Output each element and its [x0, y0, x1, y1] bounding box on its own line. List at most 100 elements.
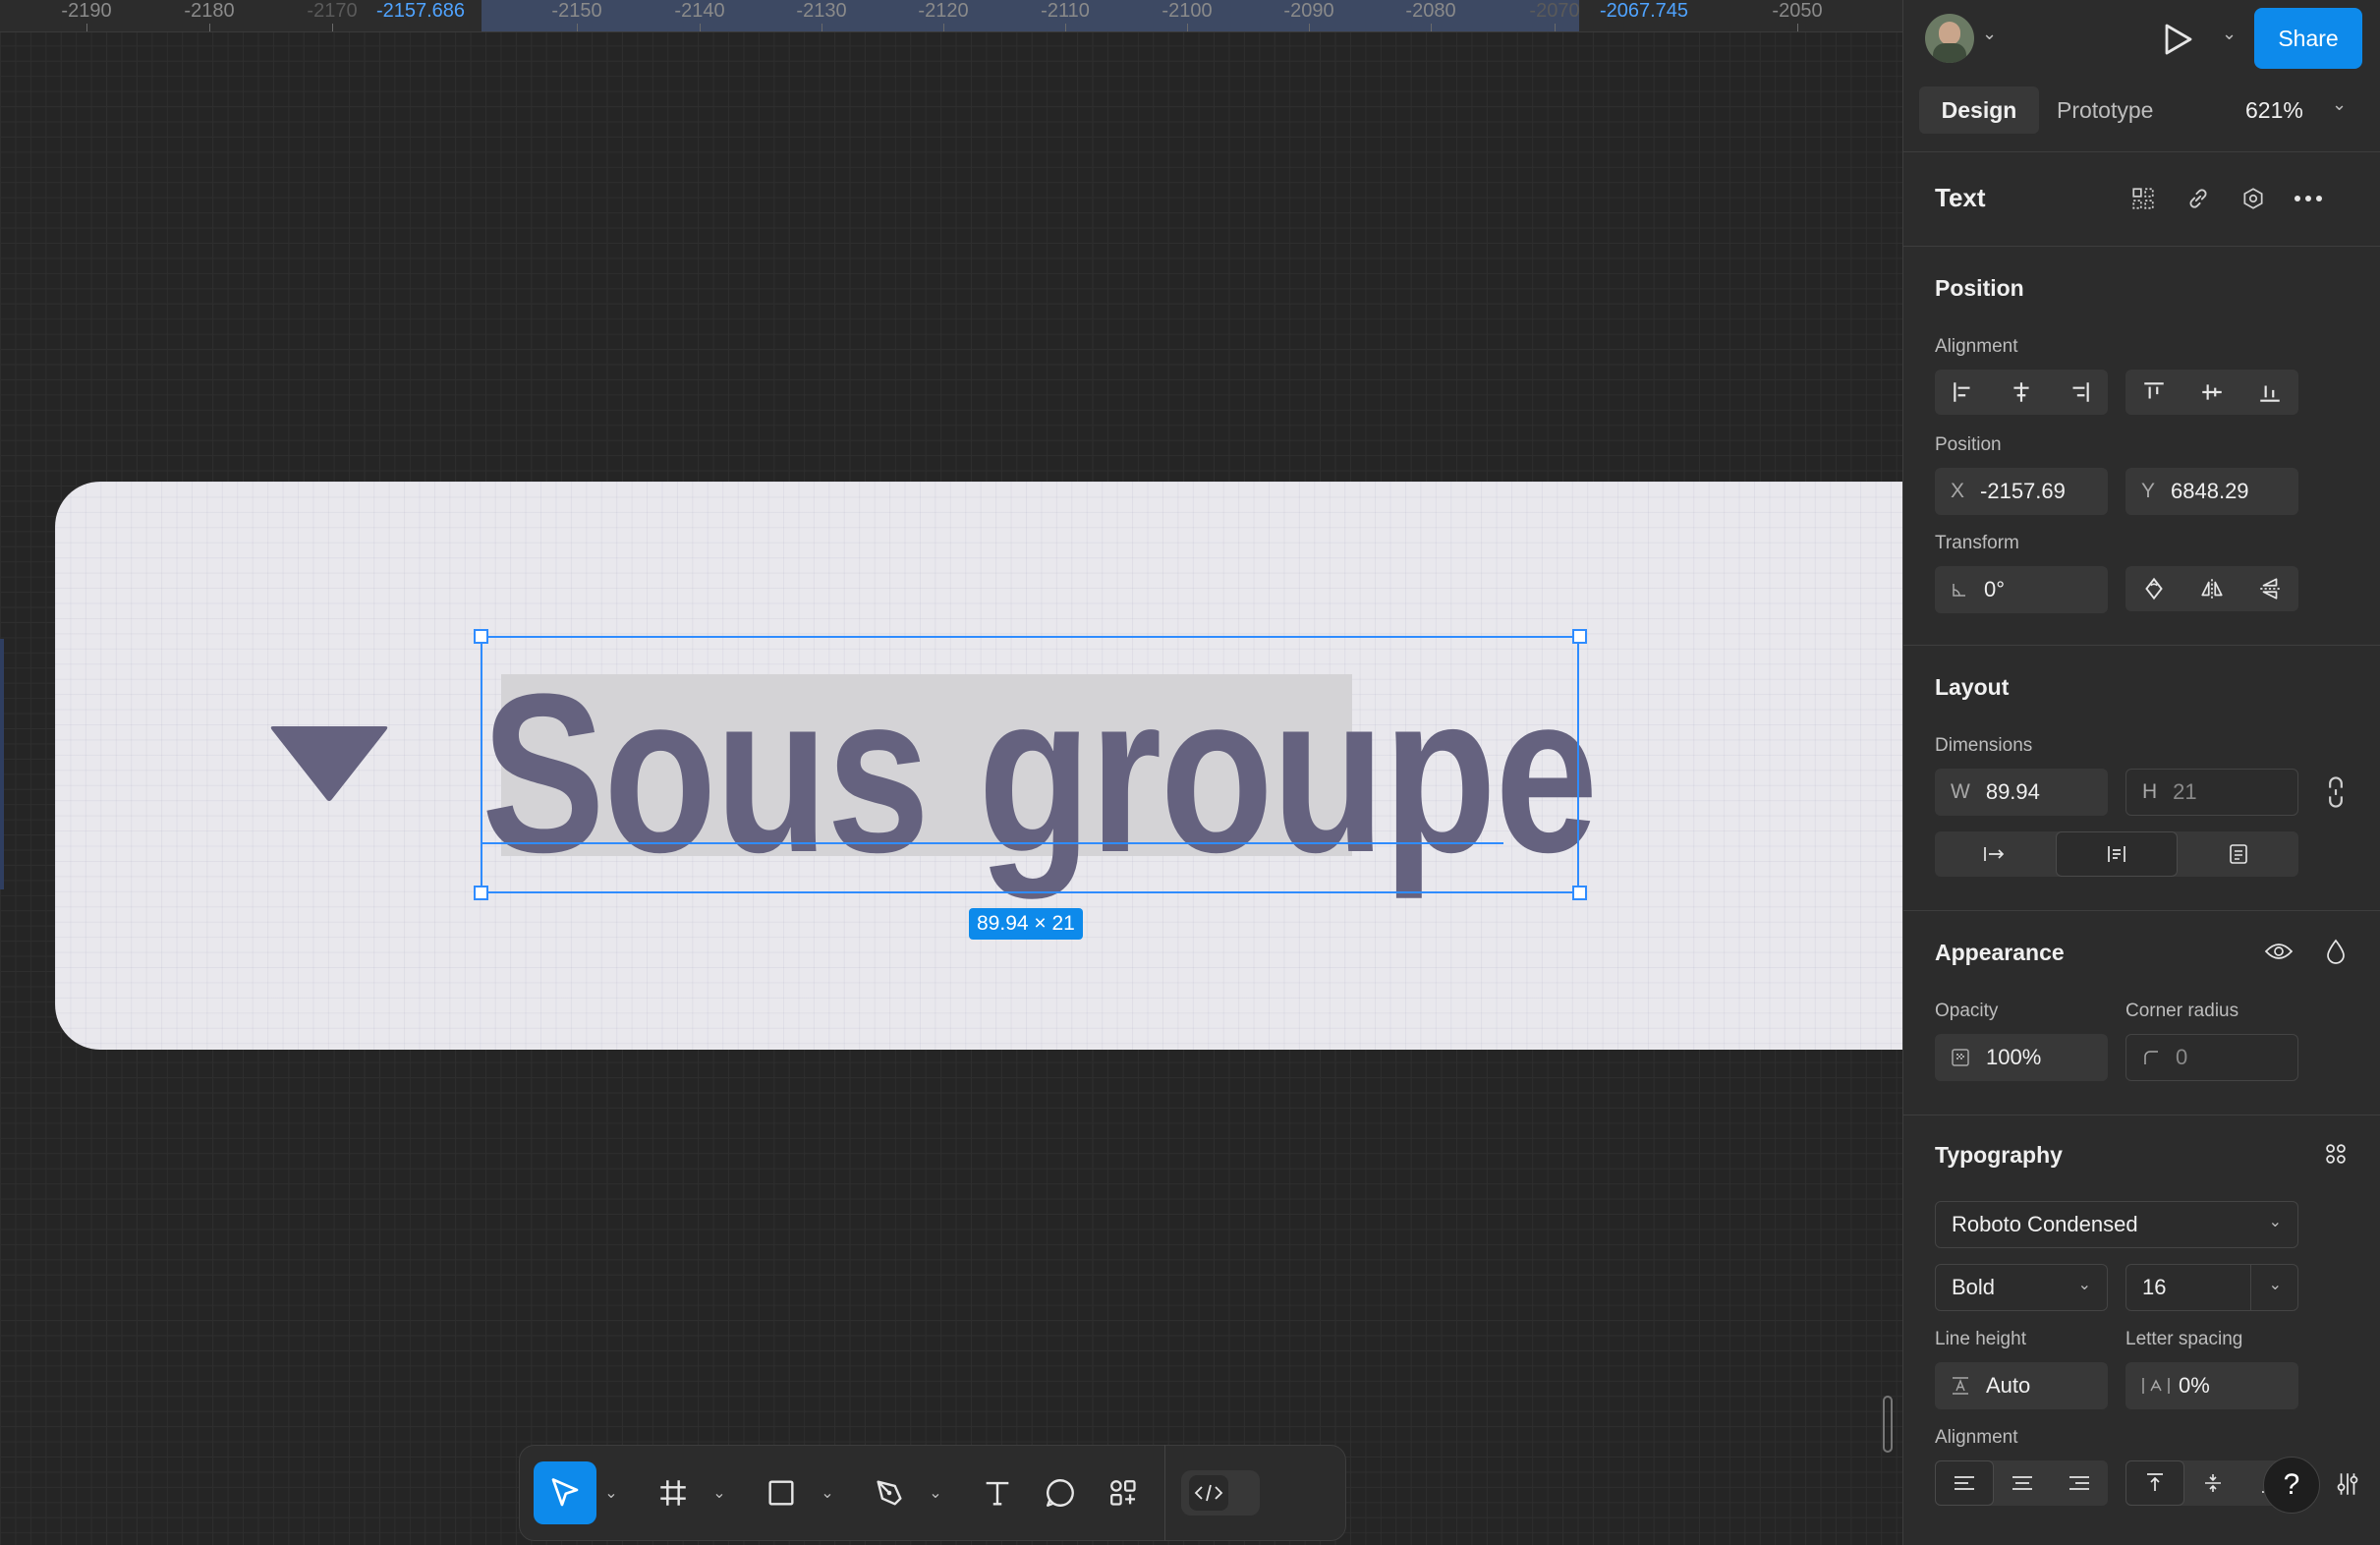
caret-down-shape[interactable] — [267, 720, 391, 805]
link-icon — [2189, 189, 2207, 208]
frame-tool-dropdown[interactable]: ⌄ — [705, 1461, 734, 1524]
move-tool-button[interactable] — [534, 1461, 596, 1524]
opacity-value[interactable]: 100% — [1986, 1045, 2041, 1070]
align-top-button[interactable] — [2125, 370, 2183, 415]
rotate-icon — [2145, 577, 2164, 601]
flip-horizontal-button[interactable] — [2183, 566, 2241, 611]
code-icon — [1194, 1484, 1223, 1502]
width-value[interactable]: 89.94 — [1986, 779, 2040, 805]
resize-handle-bottom-right[interactable] — [1572, 886, 1587, 900]
letter-spacing-field[interactable]: 0% — [2125, 1362, 2298, 1409]
move-tool-dropdown[interactable]: ⌄ — [596, 1461, 626, 1524]
line-height-field[interactable]: Auto — [1935, 1362, 2108, 1409]
text-align-middle-button[interactable] — [2184, 1460, 2241, 1506]
tab-prototype[interactable]: Prototype — [2047, 86, 2163, 134]
constrain-proportions-button[interactable] — [2314, 771, 2357, 814]
layout-section-title: Layout — [1935, 674, 2010, 700]
text-align-left-button[interactable] — [1935, 1460, 1994, 1506]
detach-button[interactable] — [2232, 177, 2275, 220]
transform-label: Transform — [1935, 533, 2019, 553]
flip-vertical-button[interactable] — [2240, 566, 2298, 611]
fixed-size-button[interactable] — [2178, 831, 2298, 877]
link-button[interactable] — [2177, 177, 2220, 220]
chevron-down-icon[interactable]: ⌄ — [1982, 24, 1997, 44]
pen-tool-button[interactable] — [858, 1461, 921, 1524]
font-family-select[interactable]: Roboto Condensed ⌄ — [1935, 1201, 2298, 1248]
auto-height-icon — [2108, 846, 2125, 862]
corner-radius-icon — [2142, 1049, 2160, 1066]
align-right-button[interactable] — [2050, 370, 2108, 415]
text-styles-button[interactable] — [2314, 1132, 2357, 1175]
chevron-down-icon[interactable]: ⌄ — [2332, 94, 2347, 115]
share-button[interactable]: Share — [2254, 8, 2362, 69]
blend-mode-button[interactable] — [2314, 930, 2357, 973]
pen-tool-dropdown[interactable]: ⌄ — [921, 1461, 950, 1524]
rotation-value[interactable]: 0° — [1984, 577, 2005, 602]
avatar[interactable] — [1925, 14, 1974, 63]
adjust-settings-button[interactable] — [2326, 1462, 2369, 1506]
resize-handle-bottom-left[interactable] — [474, 886, 488, 900]
auto-height-button[interactable] — [2055, 831, 2179, 877]
y-position-field[interactable]: Y 6848.29 — [2125, 468, 2298, 515]
corner-radius-field[interactable]: 0 — [2125, 1034, 2298, 1081]
line-height-label: Line height — [1935, 1329, 2026, 1349]
component-grid-button[interactable] — [2122, 177, 2165, 220]
font-weight-select[interactable]: Bold ⌄ — [1935, 1264, 2108, 1311]
align-middle-button[interactable] — [2183, 370, 2241, 415]
text-align-left-icon — [1955, 1476, 1974, 1490]
frame-tool-button[interactable] — [642, 1461, 705, 1524]
question-mark-icon: ? — [2283, 1468, 2300, 1501]
resources-tool-button[interactable] — [1092, 1461, 1155, 1524]
x-position-field[interactable]: X -2157.69 — [1935, 468, 2108, 515]
chevron-down-icon[interactable]: ⌄ — [2222, 24, 2237, 44]
more-options-button[interactable] — [2287, 177, 2330, 220]
resize-handle-top-right[interactable] — [1572, 629, 1587, 644]
resize-handle-top-left[interactable] — [474, 629, 488, 644]
line-height-value[interactable]: Auto — [1986, 1373, 2030, 1399]
chevron-down-icon: ⌄ — [712, 1485, 726, 1502]
font-family-value: Roboto Condensed — [1952, 1212, 2138, 1236]
shape-tool-dropdown[interactable]: ⌄ — [813, 1461, 842, 1524]
text-align-top-button[interactable] — [2125, 1460, 2184, 1506]
comment-tool-button[interactable] — [1029, 1461, 1092, 1524]
font-size-field[interactable]: 16 ⌄ — [2125, 1264, 2298, 1311]
rotate-90-button[interactable] — [2125, 566, 2183, 611]
chevron-down-icon: ⌄ — [604, 1485, 618, 1502]
vertical-alignment-group — [2125, 370, 2298, 415]
corner-radius-value[interactable]: 0 — [2176, 1045, 2187, 1070]
canvas[interactable]: -2190 -2180 -2170 -2157.686 -2150 -2140 … — [0, 0, 1902, 1545]
opacity-field[interactable]: 100% — [1935, 1034, 2108, 1081]
rotation-field[interactable]: 0° — [1935, 566, 2108, 613]
shape-tool-button[interactable] — [750, 1461, 813, 1524]
text-align-center-button[interactable] — [1994, 1460, 2051, 1506]
appearance-section-title: Appearance — [1935, 940, 2065, 965]
tab-design[interactable]: Design — [1919, 86, 2039, 134]
height-value[interactable]: 21 — [2173, 779, 2196, 805]
visibility-toggle[interactable] — [2257, 930, 2300, 973]
align-left-button[interactable] — [1935, 370, 1993, 415]
font-size-value[interactable]: 16 — [2142, 1275, 2166, 1300]
letter-spacing-icon — [2141, 1376, 2171, 1396]
height-field[interactable]: H 21 — [2125, 769, 2298, 816]
dev-mode-toggle[interactable] — [1181, 1470, 1260, 1516]
present-play-button[interactable] — [2163, 22, 2194, 57]
zoom-level[interactable]: 621% — [2245, 86, 2303, 134]
x-value[interactable]: -2157.69 — [1980, 479, 2066, 504]
text-tool-button[interactable] — [966, 1461, 1029, 1524]
help-button[interactable]: ? — [2263, 1457, 2320, 1514]
width-field[interactable]: W 89.94 — [1935, 769, 2108, 816]
align-center-h-icon — [2013, 382, 2029, 402]
grid-dashed-icon — [2132, 188, 2154, 209]
align-bottom-button[interactable] — [2240, 370, 2298, 415]
text-align-right-button[interactable] — [2051, 1460, 2108, 1506]
font-weight-value: Bold — [1952, 1275, 1996, 1299]
vertical-scrollbar[interactable] — [1883, 1396, 1893, 1453]
dimensions-label: Dimensions — [1935, 735, 2033, 756]
height-label: H — [2142, 780, 2158, 803]
auto-width-button[interactable] — [1935, 831, 2056, 877]
chevron-down-icon[interactable]: ⌄ — [2269, 1275, 2282, 1294]
letter-spacing-value[interactable]: 0% — [2179, 1373, 2210, 1399]
selection-box[interactable] — [481, 636, 1579, 893]
align-center-button[interactable] — [1993, 370, 2051, 415]
y-value[interactable]: 6848.29 — [2171, 479, 2249, 504]
